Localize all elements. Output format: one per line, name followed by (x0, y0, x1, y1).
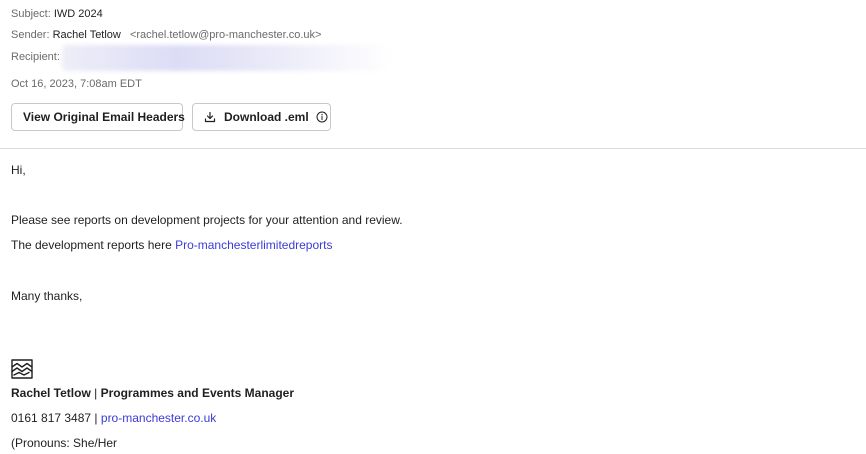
recipient-redacted (62, 45, 392, 71)
signature-phone: 0161 817 3487 (11, 411, 92, 425)
subject-row: Subject: IWD 2024 (11, 8, 103, 20)
signature-website-link[interactable]: pro-manchester.co.uk (101, 411, 216, 425)
download-icon (204, 111, 216, 123)
signature-title: Programmes and Events Manager (100, 386, 294, 400)
sender-email: <rachel.tetlow@pro-manchester.co.uk> (129, 29, 322, 41)
subject-label: Subject: (11, 8, 51, 20)
reports-link[interactable]: Pro-manchesterlimitedreports (175, 238, 332, 252)
email-date: Oct 16, 2023, 7:08am EDT (11, 78, 142, 90)
signature-pronouns: (Pronouns: She/Her (11, 436, 118, 450)
view-original-headers-button[interactable]: View Original Email Headers (11, 103, 185, 131)
sender-name: Rachel Tetlow (52, 29, 121, 41)
sender-label: Sender: (11, 29, 50, 41)
email-signoff: Many thanks, (11, 289, 83, 303)
signature-name: Rachel Tetlow (11, 386, 91, 400)
company-logo-icon (11, 359, 33, 379)
recipient-label: Recipient: (11, 51, 60, 63)
signature-contact: 0161 817 3487 | pro-manchester.co.uk (11, 411, 216, 425)
email-body-line-2: The development reports here Pro-manches… (11, 238, 332, 252)
signature-name-title: Rachel Tetlow | Programmes and Events Ma… (11, 386, 294, 400)
sender-row: Sender: Rachel Tetlow <rachel.tetlow@pro… (11, 29, 321, 41)
date-row: Oct 16, 2023, 7:08am EDT (11, 78, 142, 90)
signature-phone-separator: | (91, 411, 101, 425)
signature-separator: | (90, 386, 101, 400)
email-body-line-1: Please see reports on development projec… (11, 213, 403, 227)
download-eml-label: Download .eml (224, 110, 309, 124)
download-eml-button[interactable]: Download .eml (192, 103, 331, 131)
subject-value: IWD 2024 (53, 8, 103, 20)
email-greeting: Hi, (11, 163, 26, 177)
header-divider (0, 148, 866, 149)
email-body-line-2-text: The development reports here (11, 238, 176, 252)
info-icon[interactable] (316, 111, 328, 123)
view-original-headers-label: View Original Email Headers (23, 110, 185, 124)
recipient-row: Recipient: (11, 51, 60, 63)
